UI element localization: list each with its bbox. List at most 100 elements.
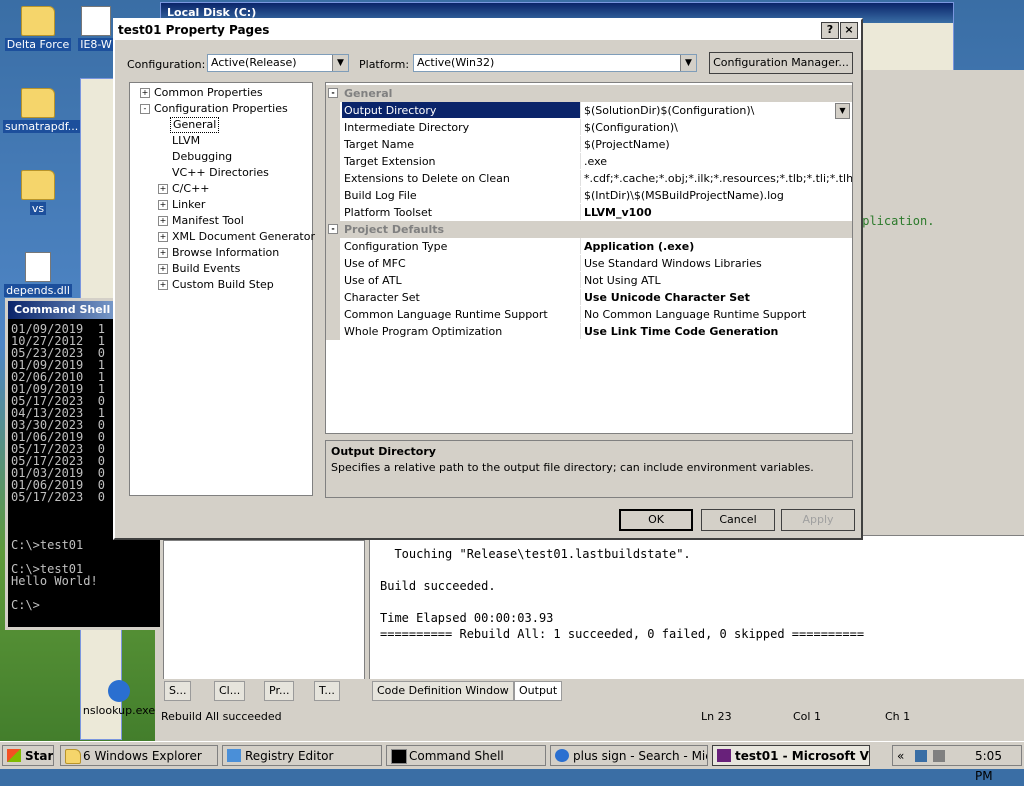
property-description-panel: Output Directory Specifies a relative pa… (325, 440, 853, 498)
windows-logo-icon (7, 749, 21, 762)
chevron-down-icon[interactable]: ▼ (835, 103, 850, 119)
grid-row-build-log-file[interactable]: Build Log File $(IntDir)\$(MSBuildProjec… (326, 187, 852, 204)
tree-item-llvm[interactable]: LLVM (172, 133, 200, 149)
tree-item-xml-document-generator[interactable]: + XML Document Generator (158, 229, 315, 245)
property-pages-dialog: test01 Property Pages ? × Configuration:… (113, 18, 863, 540)
expand-icon[interactable]: + (140, 88, 150, 98)
tray-chevron-icon[interactable]: « (897, 746, 904, 766)
apply-button[interactable]: Apply (781, 509, 855, 531)
grid-row-extensions-to-delete[interactable]: Extensions to Delete on Clean *.cdf;*.ca… (326, 170, 852, 187)
desktop-icon-sumatrapdf[interactable]: sumatrapdf... (3, 88, 81, 133)
grid-row-platform-toolset[interactable]: Platform Toolset LLVM_v100 (326, 204, 852, 221)
tab-output[interactable]: Output (514, 681, 563, 701)
help-button[interactable]: ? (821, 22, 839, 39)
status-message: Rebuild All succeeded (161, 710, 282, 723)
cancel-button[interactable]: Cancel (701, 509, 775, 531)
status-bar: Rebuild All succeeded Ln 23 Col 1 Ch 1 (155, 706, 1024, 728)
expand-icon[interactable]: + (158, 216, 168, 226)
folder-icon (65, 749, 81, 764)
expand-icon[interactable]: + (158, 232, 168, 242)
chevron-down-icon: ▼ (332, 55, 348, 71)
tab-solution-explorer[interactable]: S... (164, 681, 192, 701)
configuration-select[interactable]: Active(Release) ▼ (207, 54, 349, 72)
dll-file-icon (25, 252, 51, 282)
grid-row-target-name[interactable]: Target Name $(ProjectName) (326, 136, 852, 153)
status-line: Ln 23 (701, 710, 732, 723)
grid-row-character-set[interactable]: Character Set Use Unicode Character Set (326, 289, 852, 306)
tree-item-common-properties[interactable]: + Common Properties (140, 85, 263, 101)
property-tree: + Common Properties - Configuration Prop… (129, 82, 315, 496)
grid-row-configuration-type[interactable]: Configuration Type Application (.exe) (326, 238, 852, 255)
tree-item-custom-build-step[interactable]: + Custom Build Step (158, 277, 274, 293)
desktop-icon-depends[interactable]: depends.dll (3, 252, 73, 297)
status-char: Ch 1 (885, 710, 911, 723)
configuration-label: Configuration: (127, 58, 206, 71)
tree-item-linker[interactable]: + Linker (158, 197, 205, 213)
output-panel[interactable]: Touching "Release\test01.lastbuildstate"… (369, 535, 1024, 682)
tree-item-debugging[interactable]: Debugging (172, 149, 232, 165)
collapse-icon[interactable]: - (328, 88, 338, 98)
platform-label: Platform: (359, 58, 410, 71)
grid-row-output-directory[interactable]: Output Directory $(SolutionDir)$(Configu… (326, 102, 852, 119)
expand-icon[interactable]: + (158, 264, 168, 274)
desktop-icon-vs[interactable]: vs (3, 170, 73, 215)
tree-item-manifest-tool[interactable]: + Manifest Tool (158, 213, 244, 229)
grid-row-clr-support[interactable]: Common Language Runtime Support No Commo… (326, 306, 852, 323)
tree-item-build-events[interactable]: + Build Events (158, 261, 240, 277)
expand-icon[interactable]: + (158, 200, 168, 210)
tab-property-manager[interactable]: Pr... (264, 681, 295, 701)
registry-icon (227, 749, 241, 762)
taskbar-item-command-shell[interactable]: Command Shell (386, 745, 546, 766)
tree-item-vc-directories[interactable]: VC++ Directories (172, 165, 269, 181)
volume-tray-icon[interactable] (933, 750, 945, 762)
window-icon (81, 6, 111, 36)
grid-category-general[interactable]: - General (326, 85, 852, 102)
close-button[interactable]: × (840, 22, 858, 39)
collapse-icon[interactable]: - (328, 224, 338, 234)
solution-explorer-panel (163, 540, 365, 680)
ok-button[interactable]: OK (619, 509, 693, 531)
taskbar-item-visual-studio[interactable]: test01 - Microsoft Vis... (712, 745, 870, 766)
desktop-icon-ie8[interactable]: IE8-W (78, 6, 114, 51)
code-editor-text: pplication. (855, 214, 935, 228)
collapse-icon[interactable]: - (140, 104, 150, 114)
output-text: Touching "Release\test01.lastbuildstate"… (380, 547, 865, 641)
property-grid: - General Output Directory $(SolutionDir… (325, 82, 853, 434)
folder-icon (21, 6, 55, 36)
tree-item-c-cpp[interactable]: + C/C++ (158, 181, 210, 197)
taskbar-item-windows-explorer[interactable]: 6 Windows Explorer (60, 745, 218, 766)
tab-class-view[interactable]: Cl... (214, 681, 246, 701)
dialog-title-bar[interactable]: test01 Property Pages ? × (115, 20, 861, 40)
expand-icon[interactable]: + (158, 280, 168, 290)
console-icon (391, 749, 407, 764)
grid-row-target-extension[interactable]: Target Extension .exe (326, 153, 852, 170)
desktop-icon-nslookup[interactable]: nslookup.exe (80, 680, 158, 717)
tab-code-definition-window[interactable]: Code Definition Window (372, 681, 514, 701)
start-button[interactable]: Start (2, 745, 54, 766)
expand-icon[interactable]: + (158, 184, 168, 194)
tree-item-configuration-properties[interactable]: - Configuration Properties (140, 101, 288, 117)
tree-item-browse-information[interactable]: + Browse Information (158, 245, 279, 261)
taskbar-item-registry-editor[interactable]: Registry Editor (222, 745, 382, 766)
grid-row-intermediate-directory[interactable]: Intermediate Directory $(Configuration)\ (326, 119, 852, 136)
tab-team-explorer[interactable]: T... (314, 681, 340, 701)
folder-icon (21, 88, 55, 118)
platform-select[interactable]: Active(Win32) ▼ (413, 54, 697, 72)
clock[interactable]: 5:05 PM (975, 746, 1021, 786)
desktop-icon-delta-force[interactable]: Delta Force (3, 6, 73, 51)
browser-icon (555, 749, 569, 762)
taskbar: Start 6 Windows Explorer Registry Editor… (0, 741, 1024, 783)
folder-icon (21, 170, 55, 200)
dialog-title: test01 Property Pages (118, 23, 270, 37)
status-column: Col 1 (793, 710, 821, 723)
taskbar-item-search-browser[interactable]: plus sign - Search - Micro... (550, 745, 708, 766)
grid-row-whole-program-optimization[interactable]: Whole Program Optimization Use Link Time… (326, 323, 852, 340)
tree-item-general[interactable]: General (170, 117, 220, 133)
grid-row-use-of-atl[interactable]: Use of ATL Not Using ATL (326, 272, 852, 289)
system-tray: « 5:05 PM (892, 745, 1022, 783)
expand-icon[interactable]: + (158, 248, 168, 258)
grid-category-project-defaults[interactable]: - Project Defaults (326, 221, 852, 238)
configuration-manager-button[interactable]: Configuration Manager... (709, 52, 853, 74)
network-tray-icon[interactable] (915, 750, 927, 762)
grid-row-use-of-mfc[interactable]: Use of MFC Use Standard Windows Librarie… (326, 255, 852, 272)
